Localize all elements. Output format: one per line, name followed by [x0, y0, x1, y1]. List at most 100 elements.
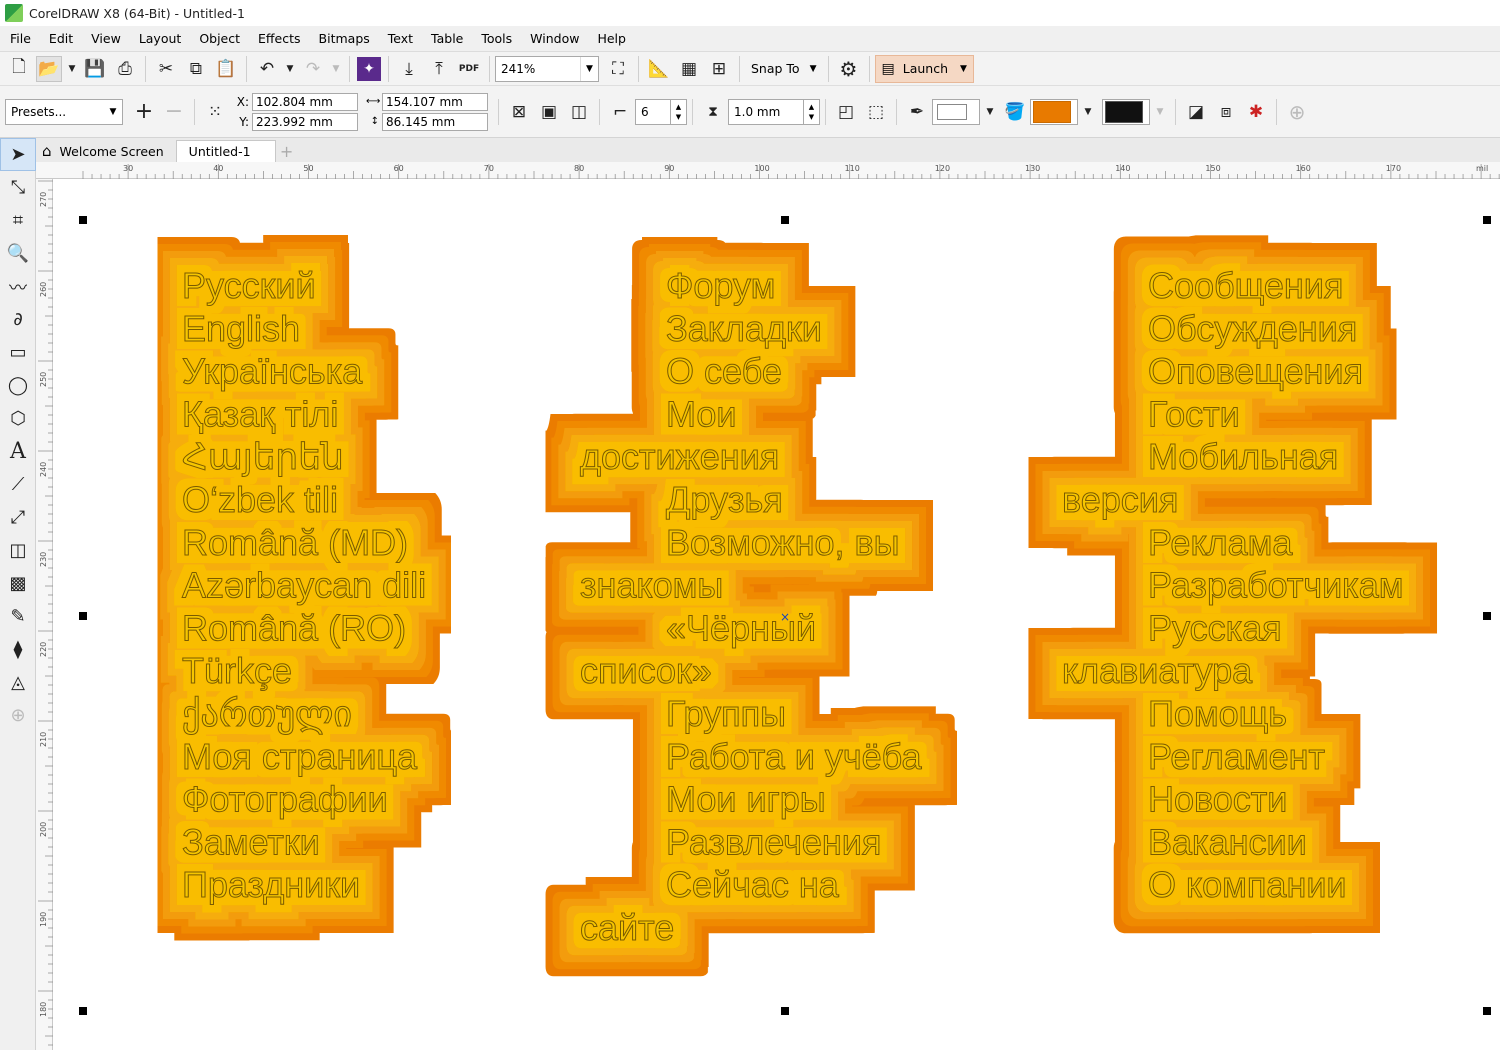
vertical-ruler[interactable]: 270 260 250 240 230 220 210 200 190 180 [36, 179, 53, 1050]
text-line[interactable]: список» [580, 650, 713, 692]
text-line[interactable]: версия [1062, 479, 1179, 521]
text-line[interactable]: Форум [666, 265, 776, 307]
text-line[interactable]: Развлечения [666, 821, 882, 863]
export-icon[interactable]: ⤒ [426, 56, 452, 82]
contour-steps-input[interactable]: 6 [635, 98, 671, 125]
text-line[interactable]: O‘zbek tili [182, 479, 339, 521]
shape-tool-icon[interactable]: ⤡ [0, 171, 36, 204]
chevron-down-icon[interactable]: ▼ [104, 100, 122, 124]
menu-tools[interactable]: Tools [472, 26, 521, 52]
menu-list-b-contour-group[interactable]: СообщенияОбсужденияОповещенияГостиМобиль… [1062, 265, 1405, 906]
text-line[interactable]: English [182, 307, 301, 349]
text-line[interactable]: Հայերեն [182, 436, 345, 478]
menu-edit[interactable]: Edit [40, 26, 82, 52]
text-line[interactable]: достижения [580, 436, 780, 478]
width-input[interactable]: 154.107 mm [382, 92, 488, 111]
text-line[interactable]: Мобильная [1148, 436, 1339, 478]
menu-file[interactable]: File [0, 26, 40, 52]
outside-contour-icon[interactable]: ◫ [566, 99, 592, 125]
text-line[interactable]: Мои игры [666, 778, 827, 820]
text-line[interactable]: клавиатура [1062, 650, 1254, 692]
polygon-tool-icon[interactable]: ⬡ [0, 402, 36, 435]
text-line[interactable]: Română (RO) [182, 607, 407, 649]
to-center-icon[interactable]: ⊠ [506, 99, 532, 125]
selection-handle[interactable] [1483, 1007, 1491, 1015]
cut-icon[interactable]: ✂ [153, 56, 179, 82]
copy-contour-icon[interactable]: ⧈ [1213, 99, 1239, 125]
menu-text[interactable]: Text [379, 26, 422, 52]
chevron-down-icon[interactable]: ▼ [580, 56, 598, 81]
contour-color-direction-icon[interactable]: ⬚ [863, 99, 889, 125]
launch-button[interactable]: ▤ Launch ▼ [874, 54, 974, 83]
text-line[interactable]: Реклама [1148, 521, 1294, 563]
last-fill-color-select[interactable] [1102, 98, 1150, 125]
tab-untitled-1[interactable]: Untitled-1 [175, 140, 276, 162]
object-acceleration-icon[interactable]: ◪ [1183, 99, 1209, 125]
text-line[interactable]: ქართული [182, 693, 353, 736]
text-line[interactable]: сайте [580, 907, 675, 949]
open-document-icon[interactable]: 📂 [36, 55, 62, 82]
menu-list-a-contour-group[interactable]: ФорумЗакладкиО себеМоидостиженияДрузьяВо… [580, 265, 923, 949]
paste-icon[interactable]: 📋 [213, 56, 239, 82]
drop-shadow-icon[interactable]: ◫ [0, 534, 36, 567]
selection-handle[interactable] [781, 216, 789, 224]
contour-corners-icon[interactable]: ◰ [833, 99, 859, 125]
redo-dropdown-icon[interactable]: ▼ [330, 56, 342, 82]
freehand-tool-icon[interactable]: 〰 [0, 270, 36, 303]
menu-bitmaps[interactable]: Bitmaps [310, 26, 379, 52]
menu-effects[interactable]: Effects [249, 26, 310, 52]
text-line[interactable]: Праздники [182, 864, 361, 906]
text-line[interactable]: Обсуждения [1148, 307, 1358, 349]
outline-pen-icon[interactable]: ✒ [904, 99, 930, 125]
chevron-down-icon[interactable]: ▼ [982, 99, 998, 125]
fill-bucket-icon[interactable]: 🪣 [1002, 99, 1028, 125]
menu-window[interactable]: Window [521, 26, 588, 52]
text-line[interactable]: Türkçe [182, 650, 293, 692]
ellipse-tool-icon[interactable]: ◯ [0, 369, 36, 402]
new-tab-icon[interactable]: + [276, 140, 298, 162]
inside-contour-icon[interactable]: ▣ [536, 99, 562, 125]
open-dropdown-icon[interactable]: ▼ [66, 56, 78, 82]
text-line[interactable]: Новости [1148, 778, 1288, 820]
text-line[interactable]: О себе [666, 350, 783, 392]
text-line[interactable]: Регламент [1148, 735, 1326, 777]
selection-handle[interactable] [79, 612, 87, 620]
clear-contour-icon[interactable]: ✱ [1243, 99, 1269, 125]
add-toolbar-icon[interactable]: ⊕ [1284, 99, 1310, 125]
text-line[interactable]: Русская [1148, 607, 1283, 649]
text-line[interactable]: Оповещения [1148, 350, 1364, 392]
text-line[interactable]: Сейчас на [666, 864, 841, 906]
selection-handle[interactable] [1483, 216, 1491, 224]
text-line[interactable]: Вакансии [1148, 821, 1308, 863]
pick-tool-icon[interactable]: ➤ [0, 138, 36, 171]
fill-color-select[interactable] [1030, 98, 1078, 125]
text-line[interactable]: Azərbaycan dili [182, 564, 427, 606]
transparency-tool-icon[interactable]: ▩ [0, 567, 36, 600]
add-tool-icon[interactable]: ⊕ [0, 699, 36, 732]
contour-offset-input[interactable]: 1.0 mm [728, 98, 804, 125]
text-line[interactable]: Русский [182, 265, 317, 307]
remove-preset-icon[interactable]: − [161, 99, 187, 125]
show-guidelines-icon[interactable]: ⊞ [706, 56, 732, 82]
chevron-down-icon[interactable]: ▼ [1152, 99, 1168, 125]
add-preset-icon[interactable]: + [131, 99, 157, 125]
text-line[interactable]: Заметки [182, 821, 321, 863]
smart-fill-icon[interactable]: ◬ [0, 666, 36, 699]
text-line[interactable]: Разработчикам [1148, 564, 1405, 606]
menu-object[interactable]: Object [190, 26, 249, 52]
text-line[interactable]: Українська [182, 350, 364, 392]
rectangle-tool-icon[interactable]: ▭ [0, 336, 36, 369]
menu-help[interactable]: Help [588, 26, 635, 52]
artistic-media-icon[interactable]: ∂ [0, 303, 36, 336]
undo-icon[interactable]: ↶ [254, 56, 280, 82]
publish-pdf-icon[interactable]: PDF [456, 56, 482, 82]
text-line[interactable]: Работа и учёба [666, 735, 923, 777]
outline-color-select[interactable] [932, 98, 980, 125]
dimension-tool-icon[interactable]: ⟋ [0, 468, 36, 501]
print-icon[interactable]: ⎙ [112, 56, 138, 82]
contour-offset-spinner[interactable]: ▲ ▼ [804, 98, 820, 125]
object-origin-icon[interactable]: ⁙ [202, 99, 228, 125]
text-line[interactable]: знакомы [580, 564, 724, 606]
text-line[interactable]: «Чёрный [666, 607, 817, 649]
save-icon[interactable]: 💾 [82, 56, 108, 82]
